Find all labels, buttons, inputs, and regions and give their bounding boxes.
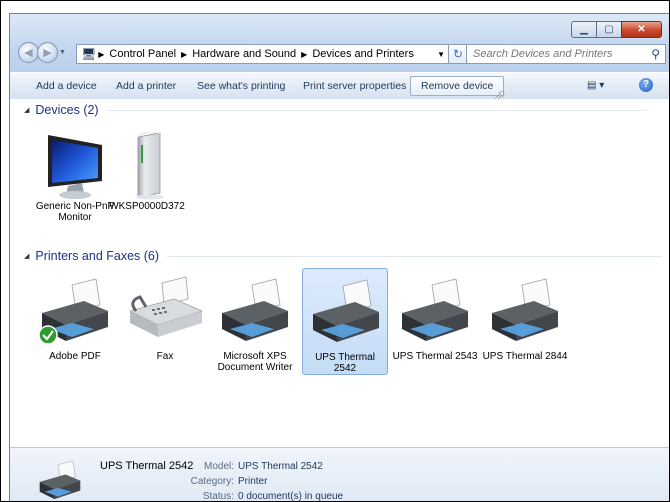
printer-item-xps[interactable]: Microsoft XPS Document Writer [212, 271, 298, 373]
breadcrumb-hardware-and-sound[interactable]: Hardware and Sound [189, 48, 299, 60]
status-value: 0 document(s) in queue [238, 491, 344, 502]
navigation-bar: ◀ ▶ ▼ 🖥 ▶ Control Panel ▶ Hardware and S… [10, 42, 669, 66]
printer-item-ups-2542[interactable]: UPS Thermal 2542 [302, 268, 388, 375]
printer-item-ups-2844[interactable]: UPS Thermal 2844 [482, 271, 568, 362]
printer-icon [392, 271, 478, 351]
help-button[interactable]: ? [639, 78, 653, 92]
printers-group-header[interactable]: ◢ Printers and Faxes (6) [24, 249, 663, 263]
selected-device-name: UPS Thermal 2542 [100, 460, 194, 472]
device-label: WKSP0000D372 [109, 201, 185, 212]
group-divider [167, 255, 663, 257]
command-bar: Add a device Add a printer See what's pr… [10, 72, 669, 100]
add-printer-button[interactable]: Add a printer [108, 77, 184, 95]
maximize-button[interactable]: ▢ [596, 21, 622, 38]
printer-icon [482, 271, 568, 351]
help-icon: ? [642, 79, 650, 90]
printer-icon [32, 271, 118, 351]
forward-button[interactable]: ▶ [37, 42, 58, 63]
address-bar[interactable]: 🖥 ▶ Control Panel ▶ Hardware and Sound ▶… [76, 44, 450, 64]
chevron-right-icon: ▶ [181, 49, 188, 59]
view-icon: ▤ [587, 80, 597, 91]
printer-label: Microsoft XPS Document Writer [217, 351, 293, 373]
printer-icon [212, 271, 298, 351]
devices-view: ◢ Devices (2) Generic Non-PnP Monitor WK… [10, 99, 669, 447]
control-panel-icon: 🖥 [81, 47, 97, 61]
chevron-right-icon: ▶ [301, 49, 308, 59]
printer-item-ups-2543[interactable]: UPS Thermal 2543 [392, 271, 478, 362]
category-label: Category: [190, 476, 234, 487]
printer-label: UPS Thermal 2844 [482, 351, 568, 362]
view-options-button[interactable]: ▤ ▾ [587, 77, 604, 95]
breadcrumb-devices-and-printers[interactable]: Devices and Printers [309, 48, 417, 60]
category-value: Printer [238, 476, 268, 487]
printers-group-title: Printers and Faxes (6) [35, 249, 160, 263]
printer-item-adobe-pdf[interactable]: Adobe PDF [32, 271, 118, 362]
screenshot-frame: ▁ ▢ ✕ ◀ ▶ ▼ 🖥 ▶ Control Panel ▶ Hardware… [0, 0, 670, 502]
print-server-properties-button[interactable]: Print server properties [295, 77, 414, 95]
see-whats-printing-button[interactable]: See what's printing [189, 77, 293, 95]
details-pane: UPS Thermal 2542 Model: UPS Thermal 2542… [10, 447, 669, 502]
collapse-triangle-icon[interactable]: ◢ [24, 106, 29, 114]
chevron-right-icon: ▶ [98, 49, 105, 59]
explorer-window: ▁ ▢ ✕ ◀ ▶ ▼ 🖥 ▶ Control Panel ▶ Hardware… [9, 13, 669, 502]
search-input[interactable] [471, 47, 645, 61]
search-icon[interactable]: ⚲ [651, 47, 660, 61]
fax-icon [122, 271, 208, 351]
close-button[interactable]: ✕ [621, 21, 662, 38]
title-bar: ▁ ▢ ✕ ◀ ▶ ▼ 🖥 ▶ Control Panel ▶ Hardware… [10, 14, 669, 72]
printer-icon [303, 272, 387, 352]
model-value: UPS Thermal 2542 [238, 461, 323, 472]
add-device-button[interactable]: Add a device [28, 77, 105, 95]
address-dropdown-icon[interactable]: ▼ [437, 50, 445, 59]
group-divider [106, 109, 647, 111]
collapse-triangle-icon[interactable]: ◢ [24, 252, 29, 260]
printer-label: Adobe PDF [49, 351, 101, 362]
search-box[interactable]: ⚲ [466, 44, 666, 64]
printer-label: UPS Thermal 2542 [315, 352, 375, 374]
status-label: Status: [202, 491, 234, 502]
minimize-button[interactable]: ▁ [571, 21, 597, 38]
devices-group-title: Devices (2) [35, 103, 99, 117]
devices-group-header[interactable]: ◢ Devices (2) [24, 103, 647, 117]
chevron-down-icon: ▾ [599, 80, 605, 91]
recent-pages-dropdown[interactable]: ▼ [59, 49, 66, 56]
device-item-computer[interactable]: WKSP0000D372 [104, 131, 190, 212]
printer-label: UPS Thermal 2543 [392, 351, 478, 362]
printer-label: Fax [156, 351, 174, 362]
printer-icon [30, 456, 90, 501]
computer-tower-icon [104, 131, 190, 201]
refresh-icon: ↻ [452, 47, 464, 61]
breadcrumb-control-panel[interactable]: Control Panel [106, 48, 179, 60]
window-controls: ▁ ▢ ✕ [571, 21, 662, 38]
back-button[interactable]: ◀ [18, 42, 39, 63]
refresh-button[interactable]: ↻ [448, 44, 468, 64]
back-arrow-icon: ◀ [24, 47, 33, 59]
printer-item-fax[interactable]: Fax [122, 271, 208, 362]
remove-device-button[interactable]: Remove device [410, 76, 505, 96]
forward-arrow-icon: ▶ [43, 47, 52, 59]
model-label: Model: [203, 461, 234, 472]
